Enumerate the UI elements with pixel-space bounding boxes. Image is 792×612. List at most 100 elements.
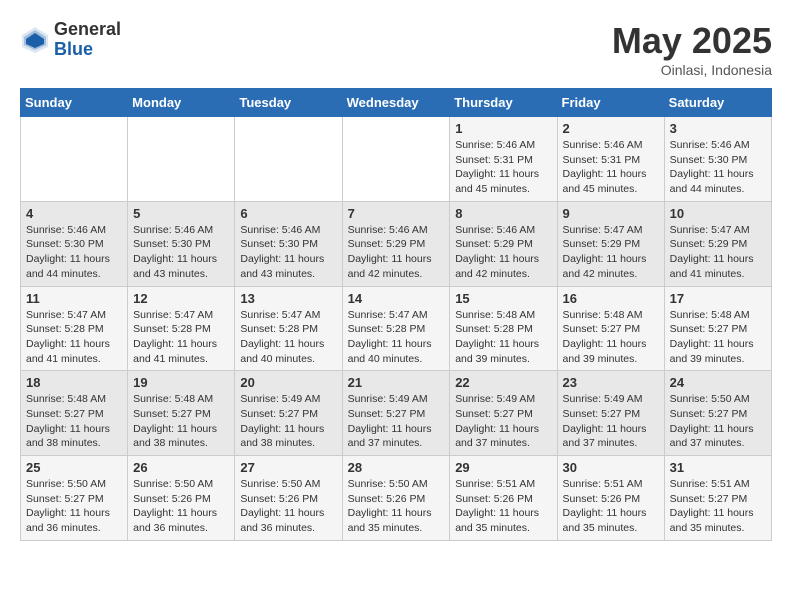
- calendar-cell: 17 Sunrise: 5:48 AMSunset: 5:27 PMDayligh…: [664, 286, 771, 371]
- day-number: 13: [240, 291, 336, 306]
- calendar-week-row: 18 Sunrise: 5:48 AMSunset: 5:27 PMDayligh…: [21, 371, 772, 456]
- calendar-cell: 30 Sunrise: 5:51 AMSunset: 5:26 PMDayligh…: [557, 456, 664, 541]
- calendar-cell: 14 Sunrise: 5:47 AMSunset: 5:28 PMDayligh…: [342, 286, 450, 371]
- calendar-cell: 27Sunrise: 5:50 AMSunset: 5:26 PMDayligh…: [235, 456, 342, 541]
- calendar-cell: 15 Sunrise: 5:48 AMSunset: 5:28 PMDayligh…: [450, 286, 557, 371]
- day-info: Sunrise: 5:48 AMSunset: 5:27 PMDaylight:…: [26, 392, 122, 451]
- logo-blue: Blue: [54, 40, 121, 60]
- day-number: 26: [133, 460, 229, 475]
- day-number: 29: [455, 460, 551, 475]
- day-number: 18: [26, 375, 122, 390]
- calendar-cell: [235, 117, 342, 202]
- day-info: Sunrise: 5:48 AMSunset: 5:27 PMDaylight:…: [670, 308, 766, 367]
- day-number: 15: [455, 291, 551, 306]
- calendar-cell: 25Sunrise: 5:50 AMSunset: 5:27 PMDayligh…: [21, 456, 128, 541]
- day-number: 14: [348, 291, 445, 306]
- logo-text: General Blue: [54, 20, 121, 60]
- calendar-cell: 6Sunrise: 5:46 AMSunset: 5:30 PMDaylight…: [235, 201, 342, 286]
- calendar-cell: 13Sunrise: 5:47 AMSunset: 5:28 PMDayligh…: [235, 286, 342, 371]
- location-subtitle: Oinlasi, Indonesia: [612, 62, 772, 78]
- day-number: 25: [26, 460, 122, 475]
- calendar-cell: [128, 117, 235, 202]
- day-number: 30: [563, 460, 659, 475]
- calendar-cell: 22Sunrise: 5:49 AMSunset: 5:27 PMDayligh…: [450, 371, 557, 456]
- day-info: Sunrise: 5:46 AMSunset: 5:30 PMDaylight:…: [240, 223, 336, 282]
- calendar-week-row: 11 Sunrise: 5:47 AMSunset: 5:28 PMDayligh…: [21, 286, 772, 371]
- month-title: May 2025: [612, 20, 772, 62]
- day-info: Sunrise: 5:46 AMSunset: 5:29 PMDaylight:…: [455, 223, 551, 282]
- logo: General Blue: [20, 20, 121, 60]
- day-info: Sunrise: 5:50 AMSunset: 5:26 PMDaylight:…: [133, 477, 229, 536]
- calendar-header-row: SundayMondayTuesdayWednesdayThursdayFrid…: [21, 89, 772, 117]
- day-number: 12: [133, 291, 229, 306]
- day-number: 23: [563, 375, 659, 390]
- day-info: Sunrise: 5:50 AMSunset: 5:26 PMDaylight:…: [240, 477, 336, 536]
- calendar-cell: 10 Sunrise: 5:47 AMSunset: 5:29 PMDayligh…: [664, 201, 771, 286]
- day-info: Sunrise: 5:47 AMSunset: 5:28 PMDaylight:…: [133, 308, 229, 367]
- calendar-cell: 4 Sunrise: 5:46 AMSunset: 5:30 PMDaylight…: [21, 201, 128, 286]
- day-number: 7: [348, 206, 445, 221]
- calendar-cell: 31 Sunrise: 5:51 AMSunset: 5:27 PMDayligh…: [664, 456, 771, 541]
- day-number: 31: [670, 460, 766, 475]
- calendar-cell: 5 Sunrise: 5:46 AMSunset: 5:30 PMDaylight…: [128, 201, 235, 286]
- day-info: Sunrise: 5:48 AMSunset: 5:27 PMDaylight:…: [133, 392, 229, 451]
- calendar-cell: [342, 117, 450, 202]
- day-info: Sunrise: 5:51 AMSunset: 5:26 PMDaylight:…: [455, 477, 551, 536]
- day-number: 10: [670, 206, 766, 221]
- day-info: Sunrise: 5:51 AMSunset: 5:26 PMDaylight:…: [563, 477, 659, 536]
- logo-icon: [20, 25, 50, 55]
- day-info: Sunrise: 5:46 AMSunset: 5:30 PMDaylight:…: [133, 223, 229, 282]
- day-info: Sunrise: 5:49 AMSunset: 5:27 PMDaylight:…: [240, 392, 336, 451]
- day-info: Sunrise: 5:46 AMSunset: 5:29 PMDaylight:…: [348, 223, 445, 282]
- day-info: Sunrise: 5:46 AMSunset: 5:31 PMDaylight:…: [455, 138, 551, 197]
- calendar-cell: 2Sunrise: 5:46 AMSunset: 5:31 PMDaylight…: [557, 117, 664, 202]
- header: General Blue May 2025 Oinlasi, Indonesia: [20, 20, 772, 78]
- day-header-tuesday: Tuesday: [235, 89, 342, 117]
- day-header-thursday: Thursday: [450, 89, 557, 117]
- day-header-monday: Monday: [128, 89, 235, 117]
- calendar-cell: 12 Sunrise: 5:47 AMSunset: 5:28 PMDayligh…: [128, 286, 235, 371]
- calendar-cell: 26 Sunrise: 5:50 AMSunset: 5:26 PMDayligh…: [128, 456, 235, 541]
- day-number: 24: [670, 375, 766, 390]
- day-number: 2: [563, 121, 659, 136]
- day-header-sunday: Sunday: [21, 89, 128, 117]
- day-number: 11: [26, 291, 122, 306]
- day-info: Sunrise: 5:48 AMSunset: 5:27 PMDaylight:…: [563, 308, 659, 367]
- day-info: Sunrise: 5:47 AMSunset: 5:29 PMDaylight:…: [563, 223, 659, 282]
- day-number: 16: [563, 291, 659, 306]
- calendar-week-row: 1 Sunrise: 5:46 AMSunset: 5:31 PMDaylight…: [21, 117, 772, 202]
- day-header-wednesday: Wednesday: [342, 89, 450, 117]
- day-number: 3: [670, 121, 766, 136]
- calendar-cell: 3 Sunrise: 5:46 AMSunset: 5:30 PMDaylight…: [664, 117, 771, 202]
- day-number: 1: [455, 121, 551, 136]
- day-info: Sunrise: 5:46 AMSunset: 5:30 PMDaylight:…: [670, 138, 766, 197]
- day-info: Sunrise: 5:49 AMSunset: 5:27 PMDaylight:…: [563, 392, 659, 451]
- day-info: Sunrise: 5:47 AMSunset: 5:28 PMDaylight:…: [348, 308, 445, 367]
- day-info: Sunrise: 5:48 AMSunset: 5:28 PMDaylight:…: [455, 308, 551, 367]
- day-number: 5: [133, 206, 229, 221]
- calendar-cell: 16 Sunrise: 5:48 AMSunset: 5:27 PMDayligh…: [557, 286, 664, 371]
- day-number: 9: [563, 206, 659, 221]
- day-number: 4: [26, 206, 122, 221]
- day-number: 8: [455, 206, 551, 221]
- day-number: 28: [348, 460, 445, 475]
- day-info: Sunrise: 5:51 AMSunset: 5:27 PMDaylight:…: [670, 477, 766, 536]
- day-number: 17: [670, 291, 766, 306]
- calendar-week-row: 25Sunrise: 5:50 AMSunset: 5:27 PMDayligh…: [21, 456, 772, 541]
- day-number: 19: [133, 375, 229, 390]
- calendar-cell: 21Sunrise: 5:49 AMSunset: 5:27 PMDayligh…: [342, 371, 450, 456]
- calendar-cell: 8 Sunrise: 5:46 AMSunset: 5:29 PMDaylight…: [450, 201, 557, 286]
- day-info: Sunrise: 5:49 AMSunset: 5:27 PMDaylight:…: [348, 392, 445, 451]
- day-info: Sunrise: 5:50 AMSunset: 5:26 PMDaylight:…: [348, 477, 445, 536]
- day-number: 22: [455, 375, 551, 390]
- day-info: Sunrise: 5:46 AMSunset: 5:30 PMDaylight:…: [26, 223, 122, 282]
- calendar-cell: 24 Sunrise: 5:50 AMSunset: 5:27 PMDayligh…: [664, 371, 771, 456]
- calendar-cell: 18 Sunrise: 5:48 AMSunset: 5:27 PMDayligh…: [21, 371, 128, 456]
- logo-general: General: [54, 20, 121, 40]
- day-info: Sunrise: 5:47 AMSunset: 5:29 PMDaylight:…: [670, 223, 766, 282]
- calendar-cell: 1 Sunrise: 5:46 AMSunset: 5:31 PMDaylight…: [450, 117, 557, 202]
- day-header-saturday: Saturday: [664, 89, 771, 117]
- calendar-cell: 29 Sunrise: 5:51 AMSunset: 5:26 PMDayligh…: [450, 456, 557, 541]
- day-info: Sunrise: 5:50 AMSunset: 5:27 PMDaylight:…: [670, 392, 766, 451]
- day-number: 20: [240, 375, 336, 390]
